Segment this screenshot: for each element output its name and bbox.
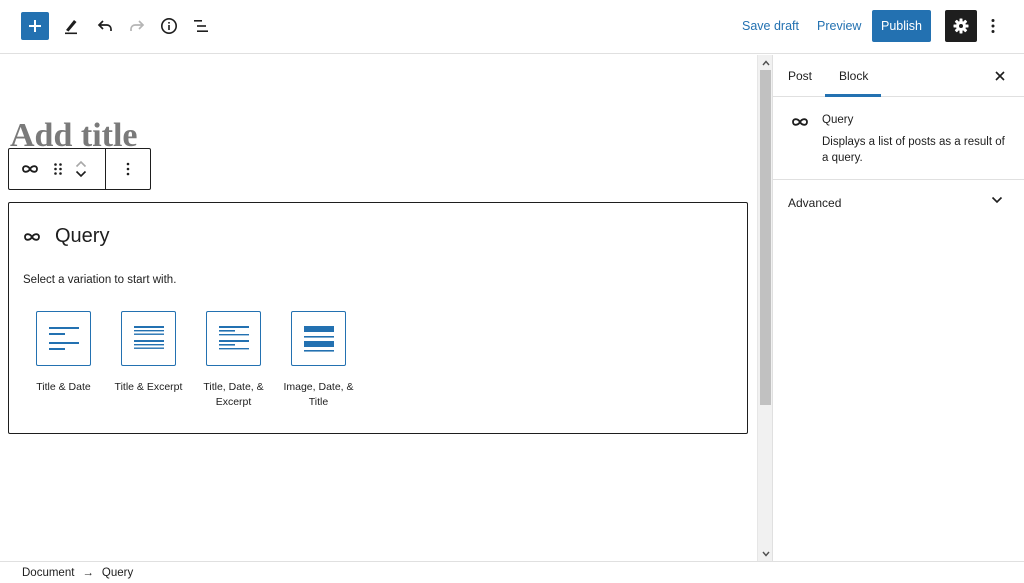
title-excerpt-icon: [133, 325, 164, 349]
scrollbar-thumb[interactable]: [760, 70, 771, 405]
query-block-header: Query: [23, 225, 109, 248]
pencil-icon: [65, 20, 77, 35]
publish-button[interactable]: Publish: [872, 10, 931, 42]
gear-icon: [953, 18, 969, 34]
list-view-button[interactable]: [190, 15, 212, 37]
breadcrumb-item-document[interactable]: Document: [22, 567, 74, 579]
block-toolbar: [8, 148, 151, 190]
block-card-description: Displays a list of posts as a result of …: [822, 136, 1005, 164]
query-block-placeholder[interactable]: Query Select a variation to start with. …: [8, 202, 748, 434]
variation-icon-box: [36, 311, 91, 366]
block-options-button[interactable]: [126, 162, 130, 176]
panel-title: Advanced: [788, 196, 842, 210]
chevron-down-icon: [761, 551, 770, 557]
query-block-title: Query: [55, 225, 110, 247]
variation-label: Title & Date: [36, 381, 91, 393]
tab-post[interactable]: Post: [788, 55, 812, 97]
variation-label: Title & Excerpt: [114, 381, 183, 393]
block-toolbar-group: [9, 149, 106, 189]
preview-button[interactable]: Preview: [817, 19, 861, 33]
move-down-button[interactable]: [75, 170, 87, 178]
chevron-up-icon: [75, 160, 87, 168]
details-button[interactable]: [158, 15, 180, 37]
info-icon: [161, 18, 177, 34]
variation-icon-box: [121, 311, 176, 366]
block-type-button[interactable]: [21, 163, 39, 175]
variation-icon-box: [291, 311, 346, 366]
more-vertical-icon: [991, 19, 995, 33]
plus-icon: [29, 20, 41, 32]
variation-icon-box: [206, 311, 261, 366]
more-vertical-icon: [126, 162, 130, 176]
settings-button[interactable]: [945, 10, 977, 42]
breadcrumb: Document → Query: [0, 561, 1024, 583]
variation-title-excerpt[interactable]: Title & Excerpt: [106, 311, 191, 410]
editor-scrollbar[interactable]: [757, 55, 772, 561]
variation-title-date[interactable]: Title & Date: [21, 311, 106, 410]
redo-button[interactable]: [126, 15, 148, 37]
variation-title-date-excerpt[interactable]: Title, Date, & Excerpt: [191, 311, 276, 410]
variation-label: Title, Date, & Excerpt: [203, 381, 264, 408]
save-draft-button[interactable]: Save draft: [742, 19, 799, 33]
title-date-icon: [48, 326, 79, 350]
options-button[interactable]: [984, 16, 1002, 36]
redo-icon: [130, 20, 145, 31]
undo-icon: [97, 20, 112, 31]
panel-advanced[interactable]: Advanced: [773, 181, 1024, 225]
editor-header: Save draft Preview Publish: [0, 0, 1024, 54]
scroll-up-button[interactable]: [758, 55, 773, 70]
chevron-down-icon: [75, 170, 87, 178]
variation-picker: Title & Date Title & Excerpt Title, Date…: [21, 311, 361, 410]
breadcrumb-separator: →: [82, 566, 94, 579]
tools-button[interactable]: [60, 15, 82, 37]
close-icon: [995, 71, 1005, 81]
close-sidebar-button[interactable]: [991, 67, 1009, 85]
add-block-button[interactable]: [21, 12, 49, 40]
sidebar-tabs: Post Block: [773, 55, 1024, 97]
block-card-title: Query: [822, 114, 854, 126]
query-loop-icon: [792, 118, 808, 126]
breadcrumb-item-query[interactable]: Query: [102, 567, 133, 579]
settings-sidebar: Post Block Query Displays a list of post…: [772, 55, 1024, 561]
title-date-excerpt-icon: [218, 325, 249, 349]
block-card: Query Displays a list of posts as a resu…: [773, 98, 1024, 180]
query-block-instructions: Select a variation to start with.: [23, 274, 177, 286]
move-up-button[interactable]: [75, 160, 87, 168]
query-loop-icon: [22, 165, 38, 173]
list-view-icon: [194, 20, 208, 32]
block-movers: [75, 160, 87, 178]
chevron-down-icon: [991, 196, 1003, 204]
variation-image-date-title[interactable]: Image, Date, & Title: [276, 311, 361, 410]
scroll-down-button[interactable]: [758, 546, 773, 561]
editor-canvas: Add title Query Select a variation to st…: [0, 55, 757, 561]
block-options-group: [106, 149, 150, 189]
drag-handle-icon: [54, 163, 62, 175]
tab-block[interactable]: Block: [825, 55, 881, 97]
image-date-title-icon: [303, 325, 334, 352]
undo-button[interactable]: [94, 15, 116, 37]
drag-handle[interactable]: [53, 162, 63, 176]
chevron-up-icon: [761, 59, 770, 65]
variation-label: Image, Date, & Title: [283, 381, 354, 408]
query-loop-icon: [24, 232, 40, 241]
